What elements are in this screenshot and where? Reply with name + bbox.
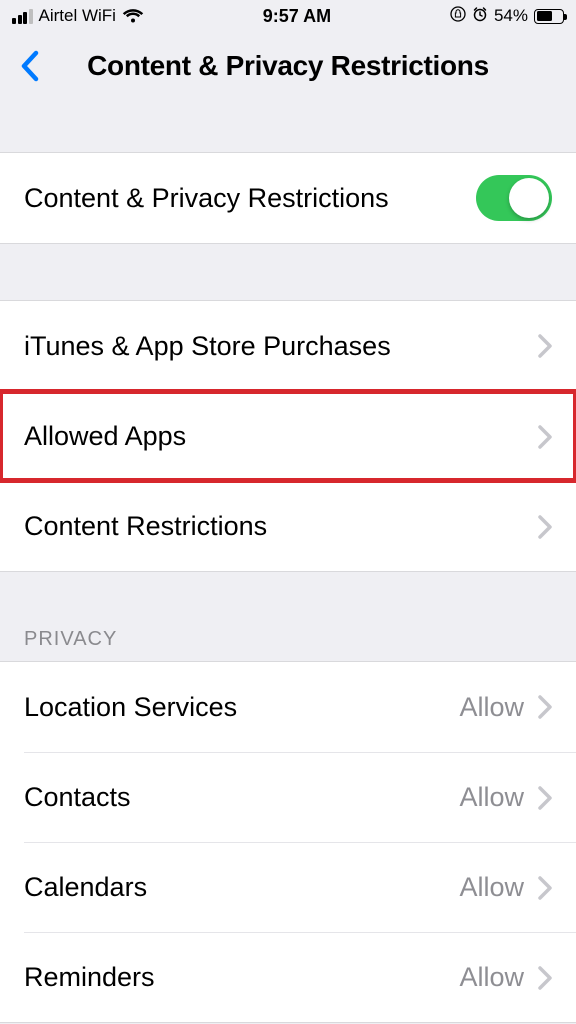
spacer (0, 244, 576, 300)
chevron-right-icon (538, 786, 552, 810)
alarm-icon (472, 6, 488, 27)
page-title: Content & Privacy Restrictions (0, 50, 576, 82)
restrictions-toggle[interactable] (476, 175, 552, 221)
wifi-icon (122, 8, 144, 24)
row-contacts[interactable]: Contacts Allow (24, 752, 576, 842)
restrictions-toggle-label: Content & Privacy Restrictions (24, 183, 476, 214)
row-label: iTunes & App Store Purchases (24, 331, 524, 362)
privacy-group: Location Services Allow Contacts Allow C… (0, 661, 576, 1023)
row-label: Content Restrictions (24, 511, 524, 542)
row-content-restrictions[interactable]: Content Restrictions (0, 481, 576, 571)
restrictions-toggle-row: Content & Privacy Restrictions (0, 153, 576, 243)
row-label: Location Services (24, 692, 459, 723)
chevron-right-icon (538, 695, 552, 719)
chevron-right-icon (538, 966, 552, 990)
restrictions-toggle-group: Content & Privacy Restrictions (0, 152, 576, 244)
chevron-right-icon (538, 876, 552, 900)
rotation-lock-icon (450, 6, 466, 27)
row-value: Allow (459, 782, 524, 813)
row-location-services[interactable]: Location Services Allow (0, 662, 576, 752)
clock: 9:57 AM (263, 6, 331, 27)
row-label: Calendars (24, 872, 459, 903)
row-value: Allow (459, 962, 524, 993)
carrier-label: Airtel WiFi (39, 6, 116, 26)
row-allowed-apps[interactable]: Allowed Apps (0, 391, 576, 481)
nav-header: Content & Privacy Restrictions (0, 32, 576, 100)
chevron-right-icon (538, 515, 552, 539)
signal-icon (12, 9, 33, 24)
row-label: Allowed Apps (24, 421, 524, 452)
privacy-section-header: PRIVACY (0, 572, 576, 661)
status-bar: Airtel WiFi 9:57 AM 54% (0, 0, 576, 32)
battery-icon (534, 9, 564, 24)
row-value: Allow (459, 872, 524, 903)
row-label: Contacts (24, 782, 459, 813)
row-label: Reminders (24, 962, 459, 993)
battery-pct: 54% (494, 6, 528, 26)
row-reminders[interactable]: Reminders Allow (24, 932, 576, 1022)
chevron-right-icon (538, 425, 552, 449)
row-calendars[interactable]: Calendars Allow (24, 842, 576, 932)
row-itunes-purchases[interactable]: iTunes & App Store Purchases (0, 301, 576, 391)
spacer (0, 100, 576, 152)
chevron-right-icon (538, 334, 552, 358)
row-value: Allow (459, 692, 524, 723)
restrictions-rows-group: iTunes & App Store Purchases Allowed App… (0, 300, 576, 572)
back-button[interactable] (10, 46, 50, 86)
